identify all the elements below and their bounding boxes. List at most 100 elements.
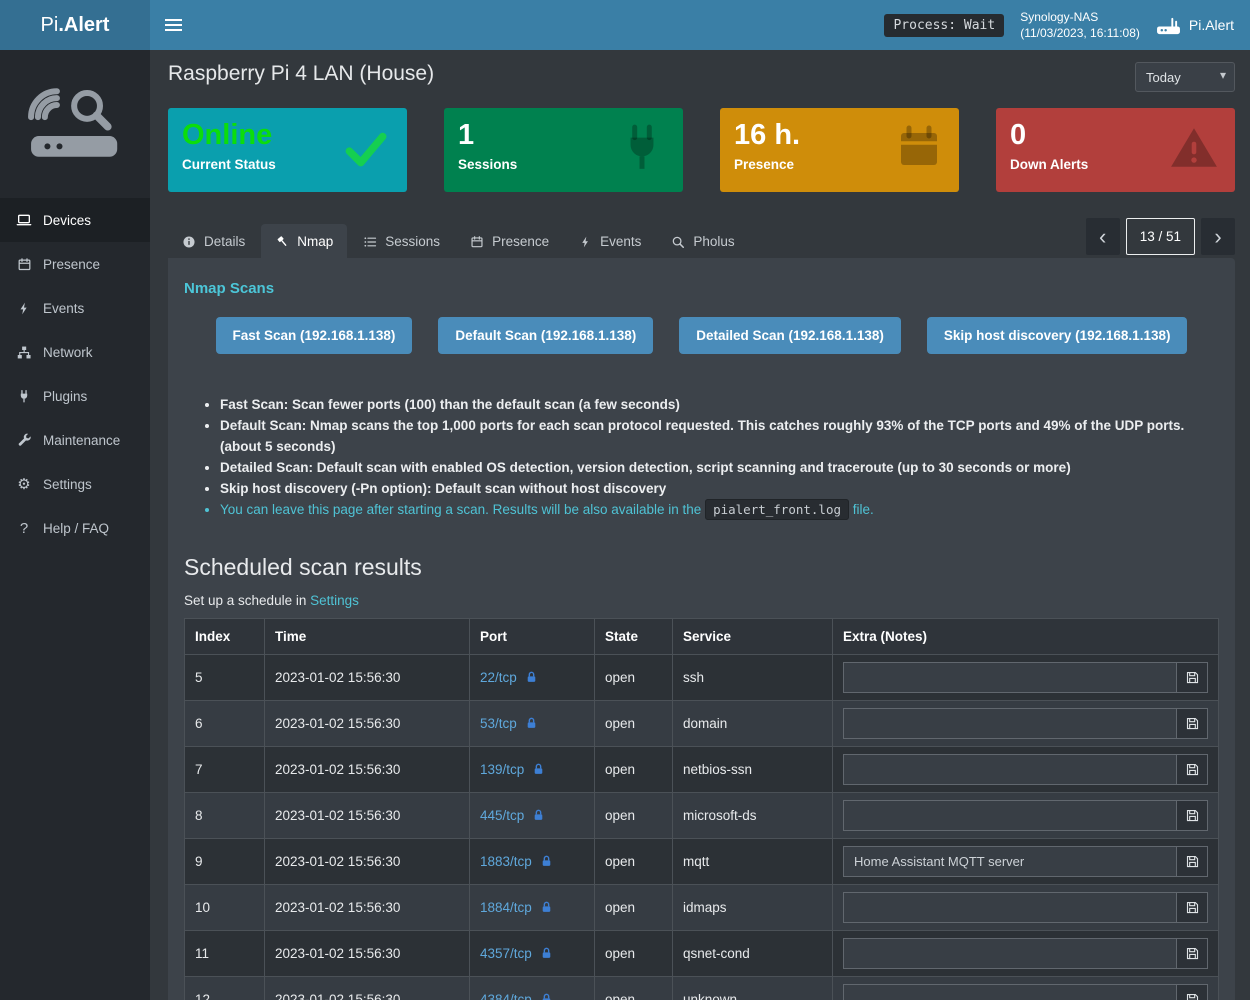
lock-icon	[540, 901, 553, 914]
sidebar-item-settings[interactable]: ⚙ Settings	[0, 462, 150, 506]
scan-button[interactable]: Default Scan (192.168.1.138)	[438, 317, 653, 354]
sidebar-item-plugins[interactable]: Plugins	[0, 374, 150, 418]
port-text: 53/tcp	[480, 716, 517, 731]
tab-events[interactable]: Events	[565, 224, 655, 258]
sidebar-item-events[interactable]: Events	[0, 286, 150, 330]
port-text: 1884/tcp	[480, 900, 532, 915]
schedule-text: Set up a schedule in	[184, 593, 306, 608]
prev-device-button[interactable]: ‹	[1086, 218, 1120, 255]
save-note-button[interactable]	[1177, 708, 1208, 739]
user-menu[interactable]: Pi.Alert	[1156, 15, 1234, 36]
app-logo-suffix: .Alert	[58, 14, 109, 37]
scan-description-item: Fast Scan: Scan fewer ports (100) than t…	[220, 394, 1219, 415]
scan-results-table: Index Time Port State Service Extra (Not…	[184, 618, 1219, 1000]
floppy-icon	[1185, 670, 1200, 685]
cell-notes	[833, 793, 1219, 839]
save-note-button[interactable]	[1177, 846, 1208, 877]
bolt-icon	[15, 301, 33, 316]
scan-note: You can leave this page after starting a…	[220, 499, 1219, 520]
scan-note-text-after: file.	[853, 502, 874, 517]
port-link[interactable]: 22/tcp	[480, 670, 538, 685]
scan-button[interactable]: Skip host discovery (192.168.1.138)	[927, 317, 1188, 354]
port-text: 445/tcp	[480, 808, 524, 823]
pialert-logo-art	[0, 50, 150, 198]
port-link[interactable]: 4384/tcp	[480, 992, 553, 1000]
sidebar-item-network[interactable]: Network	[0, 330, 150, 374]
port-text: 4384/tcp	[480, 992, 532, 1000]
sidebar-item-devices[interactable]: Devices	[0, 198, 150, 242]
floppy-icon	[1185, 716, 1200, 731]
note-input[interactable]	[843, 800, 1177, 831]
settings-link[interactable]: Settings	[310, 593, 359, 608]
tab-sessions[interactable]: Sessions	[349, 224, 454, 258]
save-note-button[interactable]	[1177, 754, 1208, 785]
port-text: 1883/tcp	[480, 854, 532, 869]
table-row: 6 2023-01-02 15:56:30 53/tcp open domai	[185, 701, 1219, 747]
tab-nmap[interactable]: Nmap	[261, 224, 347, 258]
app-logo[interactable]: Pi.Alert	[0, 0, 150, 50]
save-note-button[interactable]	[1177, 892, 1208, 923]
nmap-panel: Nmap Scans Fast Scan (192.168.1.138)Defa…	[168, 258, 1235, 1000]
search-icon	[671, 235, 685, 249]
note-input[interactable]	[843, 892, 1177, 923]
presence-box: 16 h. Presence	[720, 108, 959, 192]
sidebar-item-label: Devices	[43, 213, 91, 228]
plug-icon	[617, 123, 667, 176]
save-note-button[interactable]	[1177, 662, 1208, 693]
cell-notes	[833, 931, 1219, 977]
save-note-button[interactable]	[1177, 984, 1208, 1000]
note-input[interactable]	[843, 984, 1177, 1000]
port-text: 139/tcp	[480, 762, 524, 777]
cell-time: 2023-01-02 15:56:30	[265, 977, 470, 1000]
sidebar-item-help[interactable]: ? Help / FAQ	[0, 506, 150, 550]
scan-note-list: You can leave this page after starting a…	[204, 499, 1219, 520]
warning-icon	[1169, 123, 1219, 176]
tab-presence[interactable]: Presence	[456, 224, 563, 258]
tab-label: Events	[600, 234, 641, 249]
note-input[interactable]	[843, 662, 1177, 693]
port-link[interactable]: 53/tcp	[480, 716, 538, 731]
top-nav: Process: Wait Synology-NAS (11/03/2023, …	[150, 0, 1250, 50]
sidebar-item-presence[interactable]: Presence	[0, 242, 150, 286]
sidebar-toggle-button[interactable]	[150, 0, 196, 50]
cell-time: 2023-01-02 15:56:30	[265, 655, 470, 701]
table-row: 8 2023-01-02 15:56:30 445/tcp open micr	[185, 793, 1219, 839]
sidebar-item-label: Presence	[43, 257, 100, 272]
port-link[interactable]: 445/tcp	[480, 808, 545, 823]
tab-label: Sessions	[385, 234, 440, 249]
port-link[interactable]: 1883/tcp	[480, 854, 553, 869]
save-note-button[interactable]	[1177, 800, 1208, 831]
cell-service: domain	[673, 701, 833, 747]
device-position: 13 / 51	[1126, 218, 1195, 255]
floppy-icon	[1185, 854, 1200, 869]
table-row: 12 2023-01-02 15:56:30 4384/tcp open un	[185, 977, 1219, 1000]
period-select[interactable]: Today	[1135, 62, 1235, 92]
port-link[interactable]: 1884/tcp	[480, 900, 553, 915]
scan-button[interactable]: Fast Scan (192.168.1.138)	[216, 317, 413, 354]
cell-service: mqtt	[673, 839, 833, 885]
floppy-icon	[1185, 900, 1200, 915]
sidebar-item-maintenance[interactable]: Maintenance	[0, 418, 150, 462]
note-input[interactable]	[843, 846, 1177, 877]
cell-time: 2023-01-02 15:56:30	[265, 747, 470, 793]
main-content: Raspberry Pi 4 LAN (House) Today Online …	[150, 50, 1250, 1000]
tab-pholus[interactable]: Pholus	[657, 224, 748, 258]
tab-details[interactable]: Details	[168, 224, 259, 258]
port-link[interactable]: 139/tcp	[480, 762, 545, 777]
note-input[interactable]	[843, 708, 1177, 739]
lock-icon	[525, 671, 538, 684]
cell-service: qsnet-cond	[673, 931, 833, 977]
port-link[interactable]: 4357/tcp	[480, 946, 553, 961]
note-input[interactable]	[843, 754, 1177, 785]
list-icon	[363, 235, 377, 249]
save-note-button[interactable]	[1177, 938, 1208, 969]
note-input[interactable]	[843, 938, 1177, 969]
top-bar: Pi.Alert Process: Wait Synology-NAS (11/…	[0, 0, 1250, 50]
sidebar-item-label: Network	[43, 345, 93, 360]
cell-state: open	[595, 931, 673, 977]
col-time: Time	[265, 619, 470, 655]
tab-label: Presence	[492, 234, 549, 249]
cell-state: open	[595, 655, 673, 701]
next-device-button[interactable]: ›	[1201, 218, 1235, 255]
scan-button[interactable]: Detailed Scan (192.168.1.138)	[679, 317, 901, 354]
